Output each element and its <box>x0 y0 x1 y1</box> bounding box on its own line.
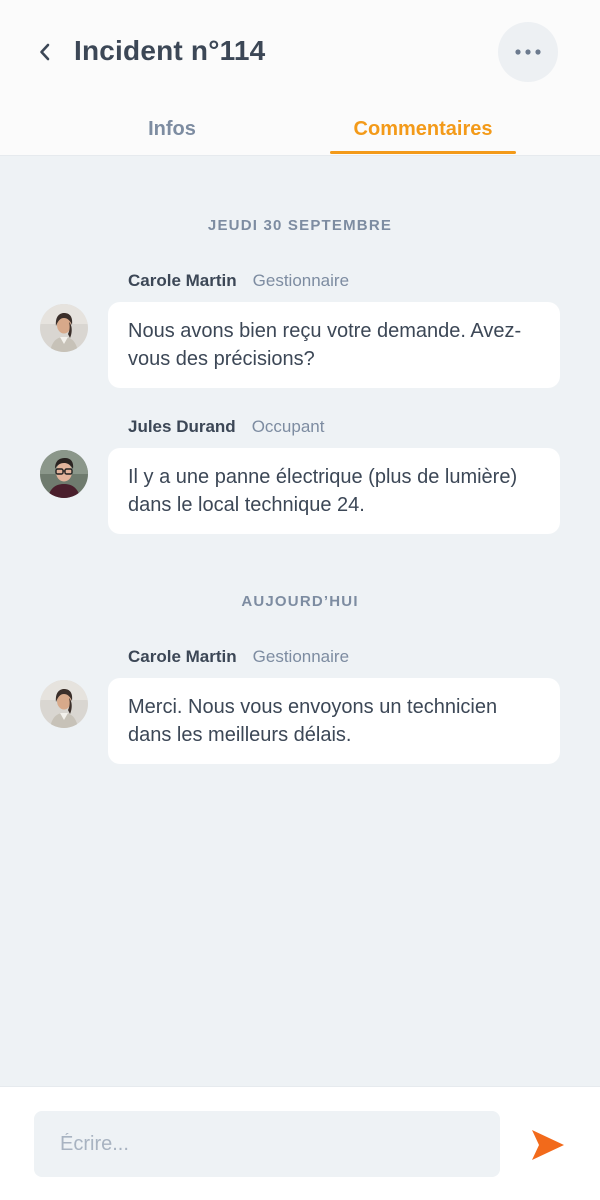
day-separator: JEUDI 30 SEPTEMBRE <box>207 217 393 234</box>
comment-role: Occupant <box>251 417 325 436</box>
avatar <box>40 680 88 728</box>
comment-meta: Carole Martin Gestionnaire <box>128 270 349 292</box>
send-button[interactable] <box>526 1123 570 1167</box>
comment-input[interactable] <box>34 1111 500 1177</box>
comment-bubble: Il y a une panne électrique (plus de lum… <box>108 448 560 534</box>
more-horizontal-icon <box>515 49 541 55</box>
comment-meta: Jules Durand Occupant <box>128 416 324 438</box>
chevron-left-icon <box>40 43 50 61</box>
comment-author: Carole Martin <box>128 271 237 290</box>
tab-infos[interactable]: Infos <box>92 104 252 156</box>
comment-bubble: Merci. Nous vous envoyons un technicien … <box>108 678 560 764</box>
tab-bar: Infos Commentaires <box>0 104 600 156</box>
day-separator: AUJOURD’HUI <box>241 593 359 610</box>
comment-author: Carole Martin <box>128 647 237 666</box>
active-tab-indicator <box>330 151 516 154</box>
app-screen: Incident n°114 Infos Commentaires JEUDI … <box>0 0 600 1200</box>
comment-role: Gestionnaire <box>252 647 350 666</box>
comment-author: Jules Durand <box>128 417 236 436</box>
comment-meta: Carole Martin Gestionnaire <box>128 646 349 668</box>
comment-composer <box>0 1086 600 1200</box>
tab-commentaires[interactable]: Commentaires <box>330 104 516 156</box>
send-icon <box>532 1130 564 1160</box>
avatar <box>40 304 88 352</box>
page-title: Incident n°114 <box>74 35 266 66</box>
avatar-carole-image <box>40 680 88 728</box>
avatar-jules-image <box>40 450 88 498</box>
more-options-button[interactable] <box>498 22 558 82</box>
back-button[interactable] <box>30 36 60 68</box>
header: Incident n°114 Infos Commentaires <box>0 0 600 156</box>
comment-bubble: Nous avons bien reçu votre demande. Avez… <box>108 302 560 388</box>
avatar-carole-image <box>40 304 88 352</box>
comment-role: Gestionnaire <box>252 271 350 290</box>
avatar <box>40 450 88 498</box>
